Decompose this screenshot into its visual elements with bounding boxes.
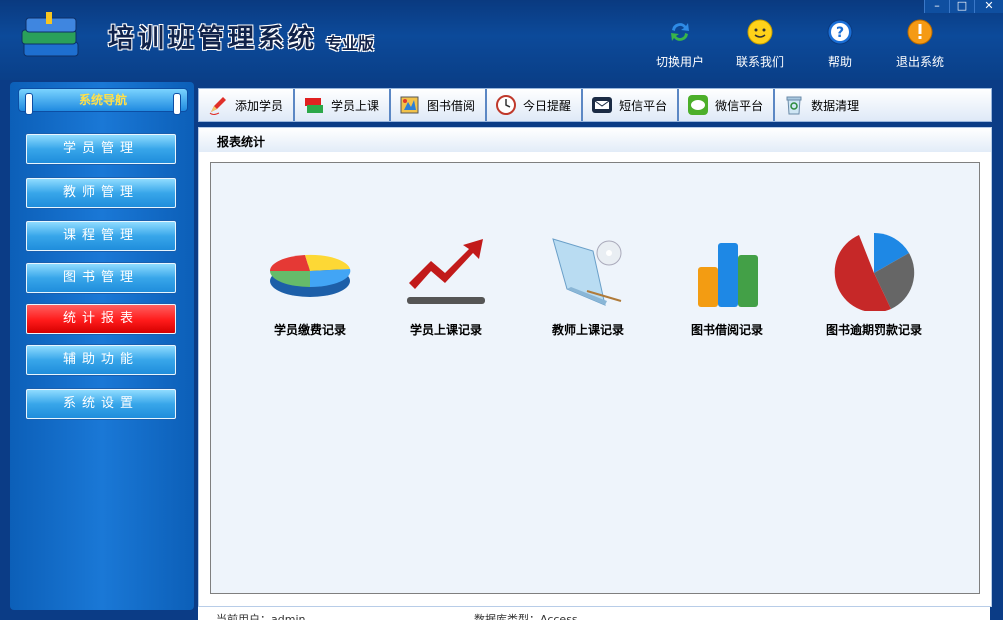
exit-icon bbox=[907, 19, 933, 45]
contact-us-label: 联系我们 bbox=[735, 55, 784, 69]
panel-header: 报表统计 bbox=[198, 127, 992, 153]
help-button[interactable]: ? 帮助 bbox=[809, 18, 871, 70]
close-button[interactable]: ✕ bbox=[974, 0, 1003, 13]
pie-chart-2-icon bbox=[834, 232, 915, 311]
recycle-icon bbox=[786, 96, 802, 115]
trend-up-icon bbox=[407, 239, 485, 304]
book-borrow-records-label: 图书借阅记录 bbox=[690, 323, 763, 337]
student-payment-records-button[interactable]: 学员缴费记录 bbox=[245, 231, 375, 338]
flag-icon bbox=[305, 98, 324, 113]
data-cleanup-button[interactable]: 数据清理 bbox=[775, 89, 869, 121]
teacher-class-records-button[interactable]: 教师上课记录 bbox=[523, 231, 653, 338]
teacher-screen-icon bbox=[552, 238, 622, 306]
svg-text:?: ? bbox=[836, 25, 844, 41]
data-cleanup-label: 数据清理 bbox=[811, 98, 860, 113]
sms-platform-label: 短信平台 bbox=[619, 98, 668, 113]
nav-header: 系统导航 bbox=[18, 88, 188, 115]
add-student-label: 添加学员 bbox=[235, 98, 284, 113]
panel-title: 报表统计 bbox=[217, 135, 266, 149]
student-class-records-label: 学员上课记录 bbox=[409, 323, 482, 337]
sidebar-item-student-management[interactable]: 学员管理 bbox=[26, 134, 176, 164]
app-title: 培训班管理系统 bbox=[108, 24, 319, 54]
book-icon bbox=[400, 96, 419, 114]
exit-system-label: 退出系统 bbox=[895, 55, 944, 69]
today-reminder-label: 今日提醒 bbox=[523, 98, 572, 113]
sidebar-item-course-management[interactable]: 课程管理 bbox=[26, 221, 176, 251]
switch-user-icon bbox=[671, 23, 689, 41]
contact-icon bbox=[747, 19, 773, 45]
pie-chart-icon bbox=[269, 254, 351, 297]
sms-icon bbox=[592, 97, 613, 113]
status-current-user: 当前用户：admin bbox=[216, 613, 306, 620]
sidebar: 系统导航 学员管理 教师管理 课程管理 图书管理 统计报表 辅助功能 系统设置 bbox=[10, 82, 194, 610]
exit-system-button[interactable]: 退出系统 bbox=[889, 18, 951, 70]
title-bar: 培训班管理系统 专业版 切换用户 联系我们 ? 帮助 退出系统 – □ ✕ bbox=[0, 0, 1003, 80]
pen-icon bbox=[209, 97, 226, 115]
sidebar-item-teacher-management[interactable]: 教师管理 bbox=[26, 178, 176, 208]
help-label: 帮助 bbox=[827, 55, 852, 69]
toolbar: 添加学员 学员上课 图书借阅 今日提醒 短信平台 微信平台 数据清理 bbox=[198, 88, 992, 122]
sidebar-item-auxiliary-functions[interactable]: 辅助功能 bbox=[26, 345, 176, 375]
teacher-class-records-label: 教师上课记录 bbox=[551, 323, 624, 337]
sidebar-item-statistics-reports[interactable]: 统计报表 bbox=[26, 304, 176, 334]
student-class-button[interactable]: 学员上课 bbox=[295, 89, 392, 121]
help-icon: ? bbox=[827, 19, 853, 45]
student-class-label: 学员上课 bbox=[331, 98, 380, 113]
report-area: 学员缴费记录 学员上课记录 教师上课记录 图书借阅记录 图书逾期罚款记录 bbox=[210, 162, 980, 594]
book-overdue-fine-records-button[interactable]: 图书逾期罚款记录 bbox=[809, 231, 939, 338]
add-student-button[interactable]: 添加学员 bbox=[199, 89, 296, 121]
switch-user-button[interactable]: 切换用户 bbox=[649, 18, 711, 70]
book-borrow-records-button[interactable]: 图书借阅记录 bbox=[662, 231, 792, 338]
sms-platform-button[interactable]: 短信平台 bbox=[583, 89, 680, 121]
clock-icon bbox=[496, 95, 517, 115]
book-overdue-fine-records-label: 图书逾期罚款记录 bbox=[825, 323, 922, 337]
wechat-platform-button[interactable]: 微信平台 bbox=[679, 89, 776, 121]
header-actions: 切换用户 联系我们 ? 帮助 退出系统 bbox=[649, 18, 951, 70]
window-controls: – □ ✕ bbox=[924, 0, 1003, 13]
bar-chart-icon bbox=[698, 243, 758, 307]
today-reminder-button[interactable]: 今日提醒 bbox=[487, 89, 584, 121]
book-borrow-button[interactable]: 图书借阅 bbox=[391, 89, 488, 121]
books-logo-icon bbox=[21, 12, 79, 57]
status-bar: 当前用户：admin 数据库类型：Access bbox=[198, 607, 990, 620]
wechat-icon bbox=[688, 95, 709, 115]
app-edition: 专业版 bbox=[326, 34, 375, 53]
wechat-platform-label: 微信平台 bbox=[715, 98, 764, 113]
sidebar-item-system-settings[interactable]: 系统设置 bbox=[26, 389, 176, 419]
student-class-records-button[interactable]: 学员上课记录 bbox=[381, 231, 511, 338]
maximize-button[interactable]: □ bbox=[949, 0, 974, 13]
panel-body: 学员缴费记录 学员上课记录 教师上课记录 图书借阅记录 图书逾期罚款记录 bbox=[198, 152, 992, 607]
contact-us-button[interactable]: 联系我们 bbox=[729, 18, 791, 70]
sidebar-item-book-management[interactable]: 图书管理 bbox=[26, 263, 176, 293]
switch-user-label: 切换用户 bbox=[655, 55, 704, 69]
book-borrow-label: 图书借阅 bbox=[427, 98, 476, 113]
status-db-type: 数据库类型：Access bbox=[474, 613, 578, 620]
student-payment-records-label: 学员缴费记录 bbox=[273, 323, 346, 337]
minimize-button[interactable]: – bbox=[924, 0, 949, 13]
